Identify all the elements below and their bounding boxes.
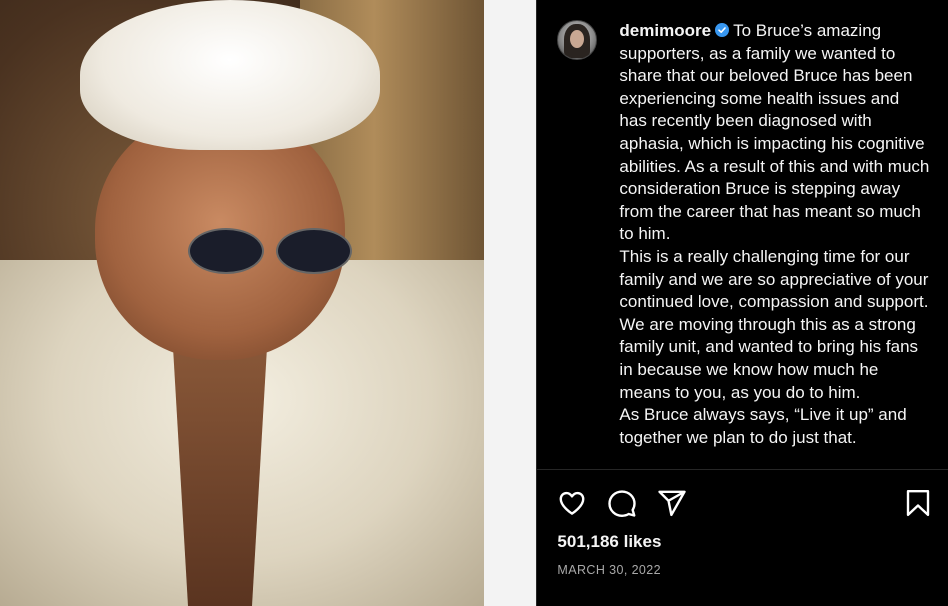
photo-towel <box>80 0 380 150</box>
photo-sunglasses-left-lens <box>188 228 264 274</box>
likes-count[interactable]: 501,186 likes <box>557 532 661 552</box>
caption-paragraph-1: demimoore To Bruce’s amazing supporters, … <box>619 20 929 246</box>
caption-paragraph-2: This is a really challenging time for ou… <box>619 246 929 402</box>
post-date[interactable]: MARCH 30, 2022 <box>557 563 661 577</box>
send-icon[interactable] <box>657 488 689 520</box>
post-photo[interactable] <box>0 0 485 606</box>
avatar[interactable] <box>557 20 598 60</box>
verified-badge-icon <box>715 23 730 37</box>
post-caption: demimoore To Bruce’s amazing supporters, … <box>619 20 929 449</box>
caption-text-1: To Bruce’s amazing supporters, as a fami… <box>619 21 930 244</box>
caption-paragraph-3: As Bruce always says, “Live it up” and t… <box>619 405 907 447</box>
photo-sunglasses-right-lens <box>276 228 352 274</box>
post-details-panel: demimoore To Bruce’s amazing supporters, … <box>536 0 948 606</box>
instagram-post-view: demimoore To Bruce’s amazing supporters, … <box>0 0 948 606</box>
username-link[interactable]: demimoore <box>619 21 711 40</box>
post-actions-bar <box>557 488 935 520</box>
comment-icon[interactable] <box>607 488 639 520</box>
divider <box>537 469 948 470</box>
panel-gap <box>484 0 537 606</box>
heart-icon[interactable] <box>557 488 589 520</box>
caption-scroll-area[interactable]: demimoore To Bruce’s amazing supporters, … <box>537 0 948 470</box>
bookmark-icon[interactable] <box>903 488 935 520</box>
